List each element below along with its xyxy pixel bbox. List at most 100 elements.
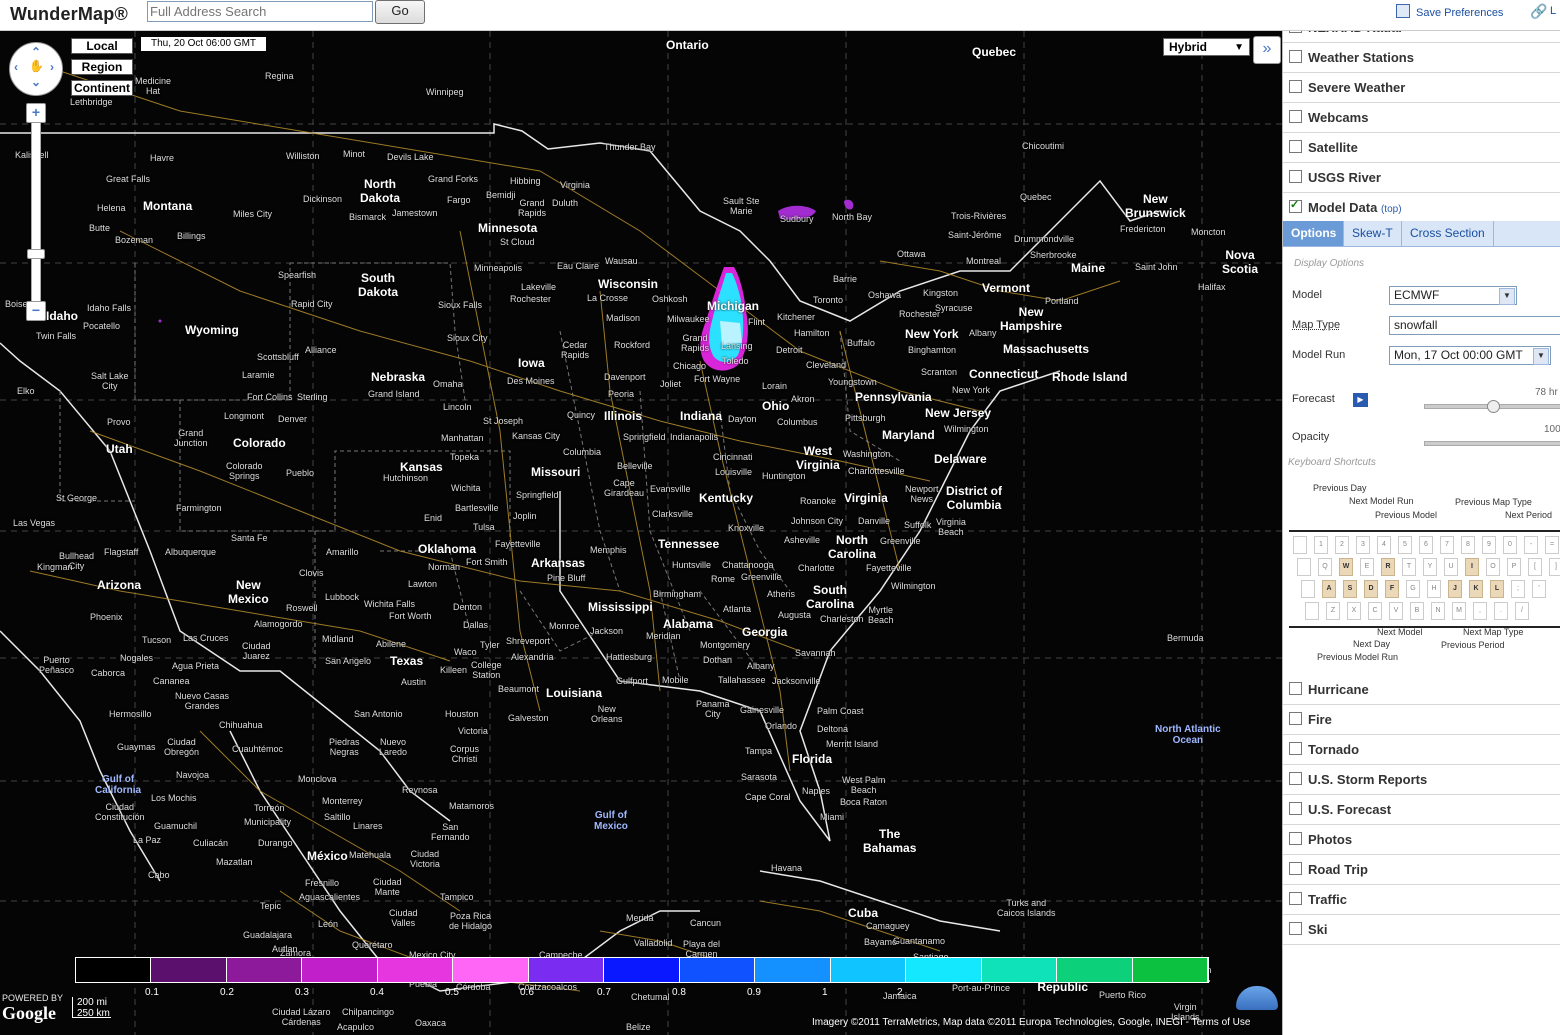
keyboard-key <box>1301 580 1315 598</box>
layer-checkbox[interactable] <box>1289 712 1302 725</box>
layer-row[interactable]: Hurricane <box>1283 675 1560 705</box>
model-label: Model <box>1292 289 1322 301</box>
model-run-select[interactable]: Mon, 17 Oct 00:00 GMT ▼ <box>1389 346 1551 365</box>
city-label: Clovis <box>299 568 324 578</box>
region-label: Kentucky <box>699 491 754 505</box>
google-logo[interactable]: POWERED BY Google <box>2 993 63 1024</box>
zoom-slider-handle[interactable] <box>27 249 45 259</box>
layer-row[interactable]: Traffic <box>1283 885 1560 915</box>
tab-cross-section[interactable]: Cross Section <box>1402 221 1494 246</box>
layer-row[interactable]: USGS River <box>1283 163 1560 193</box>
city-label: Hamilton <box>794 328 830 338</box>
city-label: Lubbock <box>325 592 360 602</box>
city-label: Idaho Falls <box>87 303 132 313</box>
city-label: Cancun <box>690 918 722 928</box>
layer-checkbox[interactable] <box>1289 170 1302 183</box>
layer-checkbox[interactable] <box>1289 922 1302 935</box>
zoom-slider-track[interactable] <box>31 107 41 309</box>
address-search-input[interactable] <box>147 1 373 22</box>
link-icon[interactable]: 🔗 <box>1530 3 1547 20</box>
layer-model-data[interactable]: Model Data (top) <box>1283 193 1560 223</box>
region-label: Georgia <box>742 625 788 639</box>
save-preferences-link[interactable]: Save Preferences <box>1396 4 1503 19</box>
model-data-checkbox[interactable] <box>1289 198 1302 213</box>
layer-row[interactable]: Photos <box>1283 825 1560 855</box>
keyboard-key: ; <box>1511 580 1525 598</box>
region-button[interactable]: Region <box>71 59 133 75</box>
layer-checkbox[interactable] <box>1289 140 1302 153</box>
keyboard-key: Z <box>1326 602 1340 620</box>
model-select[interactable]: ECMWF ▼ <box>1389 286 1517 305</box>
layer-checkbox[interactable] <box>1289 832 1302 845</box>
tab-options[interactable]: Options <box>1283 221 1344 246</box>
go-button[interactable]: Go <box>375 0 425 24</box>
model-data-top-link[interactable]: (top) <box>1381 204 1402 215</box>
layer-row[interactable]: Webcams <box>1283 103 1560 133</box>
city-label: Rochester <box>899 309 941 319</box>
continent-button[interactable]: Continent <box>71 80 133 96</box>
map-canvas[interactable]: Montana North Dakota Minnesota Wyoming South… <box>0 31 1282 1035</box>
region-label: Alabama <box>663 617 714 631</box>
snowfall-legend <box>75 957 1209 983</box>
keyboard-key: A <box>1322 580 1336 598</box>
pan-left-icon[interactable]: ‹ <box>14 60 18 74</box>
layer-row[interactable]: Road Trip <box>1283 855 1560 885</box>
city-label: Quincy <box>567 410 596 420</box>
pan-down-icon[interactable]: ⌄ <box>31 75 41 89</box>
layer-row[interactable]: Ski <box>1283 915 1560 945</box>
opacity-slider-track[interactable] <box>1424 441 1560 446</box>
region-label: Montana <box>143 199 193 213</box>
keyboard-key: 9 <box>1482 536 1496 554</box>
play-icon[interactable]: ▶ <box>1353 393 1368 407</box>
city-label: Fayetteville <box>866 563 912 573</box>
city-label: Pueblo <box>286 468 315 478</box>
map-type-select-sidebar[interactable]: snowfall <box>1389 316 1560 335</box>
layer-checkbox[interactable] <box>1289 742 1302 755</box>
city-label: Ottawa <box>897 249 926 259</box>
map-type-select[interactable]: Hybrid ▼ <box>1163 38 1250 56</box>
pan-control[interactable]: ⌃ ‹ › ⌄ ✋ <box>9 42 63 96</box>
keyboard-key: W <box>1339 558 1353 576</box>
hand-icon[interactable]: ✋ <box>29 59 44 73</box>
region-label: Indiana <box>680 409 723 423</box>
layer-checkbox[interactable] <box>1289 50 1302 63</box>
map-base-layer <box>0 31 1282 1035</box>
city-label: Guadalajara <box>243 930 293 940</box>
layer-row[interactable]: U.S. Storm Reports <box>1283 765 1560 795</box>
legend-swatch <box>679 958 756 982</box>
app-title: WunderMap® <box>10 4 128 24</box>
layer-row[interactable]: Satellite <box>1283 133 1560 163</box>
region-label: New Brunswick <box>1125 192 1186 220</box>
layer-checkbox[interactable] <box>1289 682 1302 695</box>
layer-row[interactable]: NEXRAD Radar <box>1283 31 1560 43</box>
layer-row[interactable]: Weather Stations <box>1283 43 1560 73</box>
city-label: Waco <box>454 647 477 657</box>
city-label: Alexandria <box>511 652 554 662</box>
layer-row[interactable]: Tornado <box>1283 735 1560 765</box>
keyboard-shortcut-label: Next Period <box>1505 510 1553 520</box>
city-label: Cape Coral <box>745 792 791 802</box>
top-right-link[interactable]: L <box>1550 5 1556 17</box>
city-label: Ciudad Lázaro Cárdenas <box>272 1007 331 1027</box>
forecast-slider-handle[interactable] <box>1486 400 1500 413</box>
layer-checkbox[interactable] <box>1289 802 1302 815</box>
layer-checkbox[interactable] <box>1289 31 1302 33</box>
zoom-in-button[interactable]: + <box>26 103 46 123</box>
pan-up-icon[interactable]: ⌃ <box>31 45 41 59</box>
layer-row[interactable]: Fire <box>1283 705 1560 735</box>
city-label: Charlottesville <box>848 466 905 476</box>
local-button[interactable]: Local <box>71 38 133 54</box>
region-label: Vermont <box>982 281 1031 295</box>
layer-row[interactable]: Severe Weather <box>1283 73 1560 103</box>
zoom-out-button[interactable]: − <box>26 301 46 321</box>
tab-skew-t[interactable]: Skew-T <box>1344 221 1402 246</box>
layer-checkbox[interactable] <box>1289 110 1302 123</box>
layer-checkbox[interactable] <box>1289 862 1302 875</box>
collapse-sidebar-button[interactable]: » <box>1253 36 1281 64</box>
layer-checkbox[interactable] <box>1289 892 1302 905</box>
layer-row[interactable]: U.S. Forecast <box>1283 795 1560 825</box>
pan-right-icon[interactable]: › <box>50 60 54 74</box>
layer-checkbox[interactable] <box>1289 772 1302 785</box>
layer-checkbox[interactable] <box>1289 80 1302 93</box>
keyboard-key <box>1305 602 1319 620</box>
